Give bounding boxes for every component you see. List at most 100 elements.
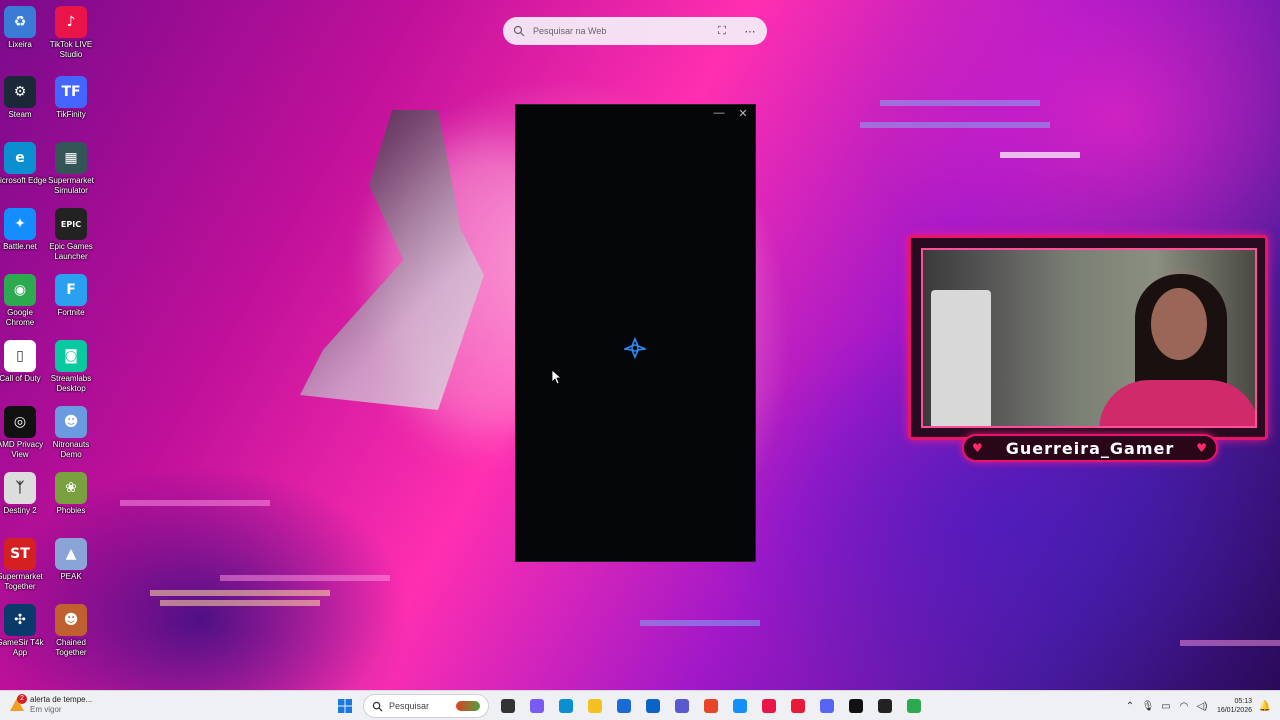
- wallpaper-stripe: [860, 122, 1050, 128]
- weather-alert-icon: 2: [8, 694, 27, 714]
- wallpaper-stripe: [640, 620, 760, 626]
- wallpaper-stripe: [150, 590, 330, 596]
- taskbar-search[interactable]: Pesquisar: [363, 694, 489, 718]
- desktop-icon[interactable]: ST Supermarket Together: [0, 538, 45, 592]
- desktop-icon-label: Epic Games Launcher: [49, 242, 93, 261]
- notification-bell-icon[interactable]: 🔔: [1256, 701, 1274, 712]
- chained-together-icon: ☻: [55, 604, 87, 636]
- desktop-icon[interactable]: ☻ Chained Together: [46, 604, 96, 658]
- desktop-icon[interactable]: ◙ Streamlabs Desktop: [46, 340, 96, 394]
- microphone-icon[interactable]: 🎙: [1139, 701, 1157, 712]
- volume-icon[interactable]: ◁): [1193, 701, 1211, 712]
- search-icon: [513, 25, 525, 37]
- desktop-icon-label: Lixeira: [8, 40, 32, 49]
- desktop-icon-label: Microsoft Edge: [0, 176, 47, 185]
- desktop-icon-label: Nitronauts Demo: [52, 440, 90, 459]
- weather-widget[interactable]: 2 alerta de tempe... Em vigor: [8, 694, 93, 715]
- supermarket-simulator-icon: ▦: [55, 142, 87, 174]
- desktop-icon[interactable]: ♪ TikTok LIVE Studio: [46, 6, 96, 60]
- desktop-icon-label: Streamlabs Desktop: [50, 374, 92, 393]
- desktop-icon[interactable]: ◎ AMD Privacy View: [0, 406, 45, 460]
- desktop-icon[interactable]: EPIC Epic Games Launcher: [46, 208, 96, 262]
- recycle-bin-icon: ♻: [4, 6, 36, 38]
- wallpaper-stripe: [160, 600, 320, 606]
- file-explorer-icon: [587, 699, 602, 713]
- heart-icon: ♥: [972, 441, 984, 455]
- clock[interactable]: 05:13 16/01/2026: [1217, 697, 1252, 715]
- epic-games-icon: EPIC: [55, 208, 87, 240]
- battlenet-taskbar-button[interactable]: [727, 694, 753, 718]
- teams-button[interactable]: [669, 694, 695, 718]
- webcam-streamer-shirt: [1099, 380, 1255, 426]
- call-of-duty-taskbar-button[interactable]: [843, 694, 869, 718]
- obs-icon: [877, 699, 892, 713]
- call-of-duty-taskbar-icon: [848, 699, 863, 713]
- outlook-button[interactable]: [640, 694, 666, 718]
- system-tray: ⌃ 🎙 ▭ ◠ ◁) 05:13 16/01/2026 🔔: [1121, 695, 1274, 717]
- web-search-placeholder[interactable]: Pesquisar na Web: [533, 26, 701, 36]
- desktop-icon[interactable]: ▲ PEAK: [46, 538, 96, 582]
- desktop-icon-label: PEAK: [60, 572, 82, 581]
- tikfinity-taskbar-button[interactable]: [785, 694, 811, 718]
- visual-search-icon[interactable]: ⛶: [715, 25, 729, 38]
- battlenet-logo-icon: [624, 337, 646, 359]
- desktop-icon[interactable]: ♻ Lixeira: [0, 6, 45, 50]
- wallpaper-stripe: [220, 575, 390, 581]
- obs-button[interactable]: [872, 694, 898, 718]
- desktop-icon-label: Battle.net: [3, 242, 37, 251]
- loading-window[interactable]: — ✕: [515, 104, 756, 562]
- desktop-icon-label: GameSir T4k App: [0, 638, 44, 657]
- desktop-icon-label: Google Chrome: [5, 308, 35, 327]
- minimize-button[interactable]: —: [710, 107, 728, 119]
- desktop-icon[interactable]: TF TikFinity: [46, 76, 96, 120]
- google-app-button[interactable]: [698, 694, 724, 718]
- steam-icon: ⚙: [4, 76, 36, 108]
- desktop-icon[interactable]: ᛉ Destiny 2: [0, 472, 45, 516]
- phobies-icon: ❀: [55, 472, 87, 504]
- start-button[interactable]: [332, 694, 358, 718]
- microsoft-store-button[interactable]: [611, 694, 637, 718]
- desktop-icon[interactable]: ✦ Battle.net: [0, 208, 45, 252]
- weather-title: alerta de tempe...: [30, 695, 93, 704]
- chrome-taskbar-button[interactable]: [901, 694, 927, 718]
- more-options-icon[interactable]: ⋯: [743, 25, 757, 38]
- desktop-icon-label: AMD Privacy View: [0, 440, 44, 459]
- desktop-icon[interactable]: F Fortnite: [46, 274, 96, 318]
- web-search-bar[interactable]: Pesquisar na Web ⛶ ⋯: [503, 17, 767, 45]
- discord-icon: [819, 699, 834, 713]
- copilot-icon: [529, 699, 544, 713]
- desktop-icon[interactable]: ▯ Call of Duty: [0, 340, 45, 384]
- search-highlight-icon: [456, 701, 480, 711]
- edge-taskbar-button[interactable]: [553, 694, 579, 718]
- webcam-overlay: [908, 235, 1268, 440]
- close-button[interactable]: ✕: [734, 107, 752, 120]
- desktop-icon[interactable]: ◉ Google Chrome: [0, 274, 45, 328]
- wallpaper-stripe: [120, 500, 270, 506]
- wallpaper-stripe: [1180, 640, 1280, 646]
- copilot-button[interactable]: [524, 694, 550, 718]
- chevron-up-icon[interactable]: ⌃: [1121, 701, 1139, 712]
- webcam-pc-case: [931, 290, 991, 426]
- desktop-icon-label: Call of Duty: [0, 374, 41, 383]
- file-explorer-button[interactable]: [582, 694, 608, 718]
- desktop-icon[interactable]: ▦ Supermarket Simulator: [46, 142, 96, 196]
- webcam-streamer-face: [1151, 288, 1207, 360]
- windows-logo-icon: [337, 699, 352, 713]
- destiny-icon: ᛉ: [4, 472, 36, 504]
- desktop-icon[interactable]: ✣ GameSir T4k App: [0, 604, 45, 658]
- network-icon[interactable]: ▭: [1157, 701, 1175, 712]
- wifi-icon[interactable]: ◠: [1175, 701, 1193, 712]
- discord-button[interactable]: [814, 694, 840, 718]
- desktop-icon[interactable]: ⚙ Steam: [0, 76, 45, 120]
- streamer-nameplate: ♥ Guerreira_Gamer ♥: [962, 434, 1218, 462]
- desktop-icon[interactable]: ❀ Phobies: [46, 472, 96, 516]
- tiktok-live-taskbar-button[interactable]: [756, 694, 782, 718]
- microsoft-store-icon: [616, 699, 631, 713]
- taskbar-search-label[interactable]: Pesquisar: [389, 701, 429, 711]
- desktop-icon-label: TikFinity: [56, 110, 86, 119]
- desktop-icon[interactable]: ☻ Nitronauts Demo: [46, 406, 96, 460]
- task-view-button[interactable]: [495, 694, 521, 718]
- document-icon: ▯: [4, 340, 36, 372]
- desktop-icon[interactable]: e Microsoft Edge: [0, 142, 47, 186]
- taskbar-apps: Pesquisar: [330, 694, 928, 718]
